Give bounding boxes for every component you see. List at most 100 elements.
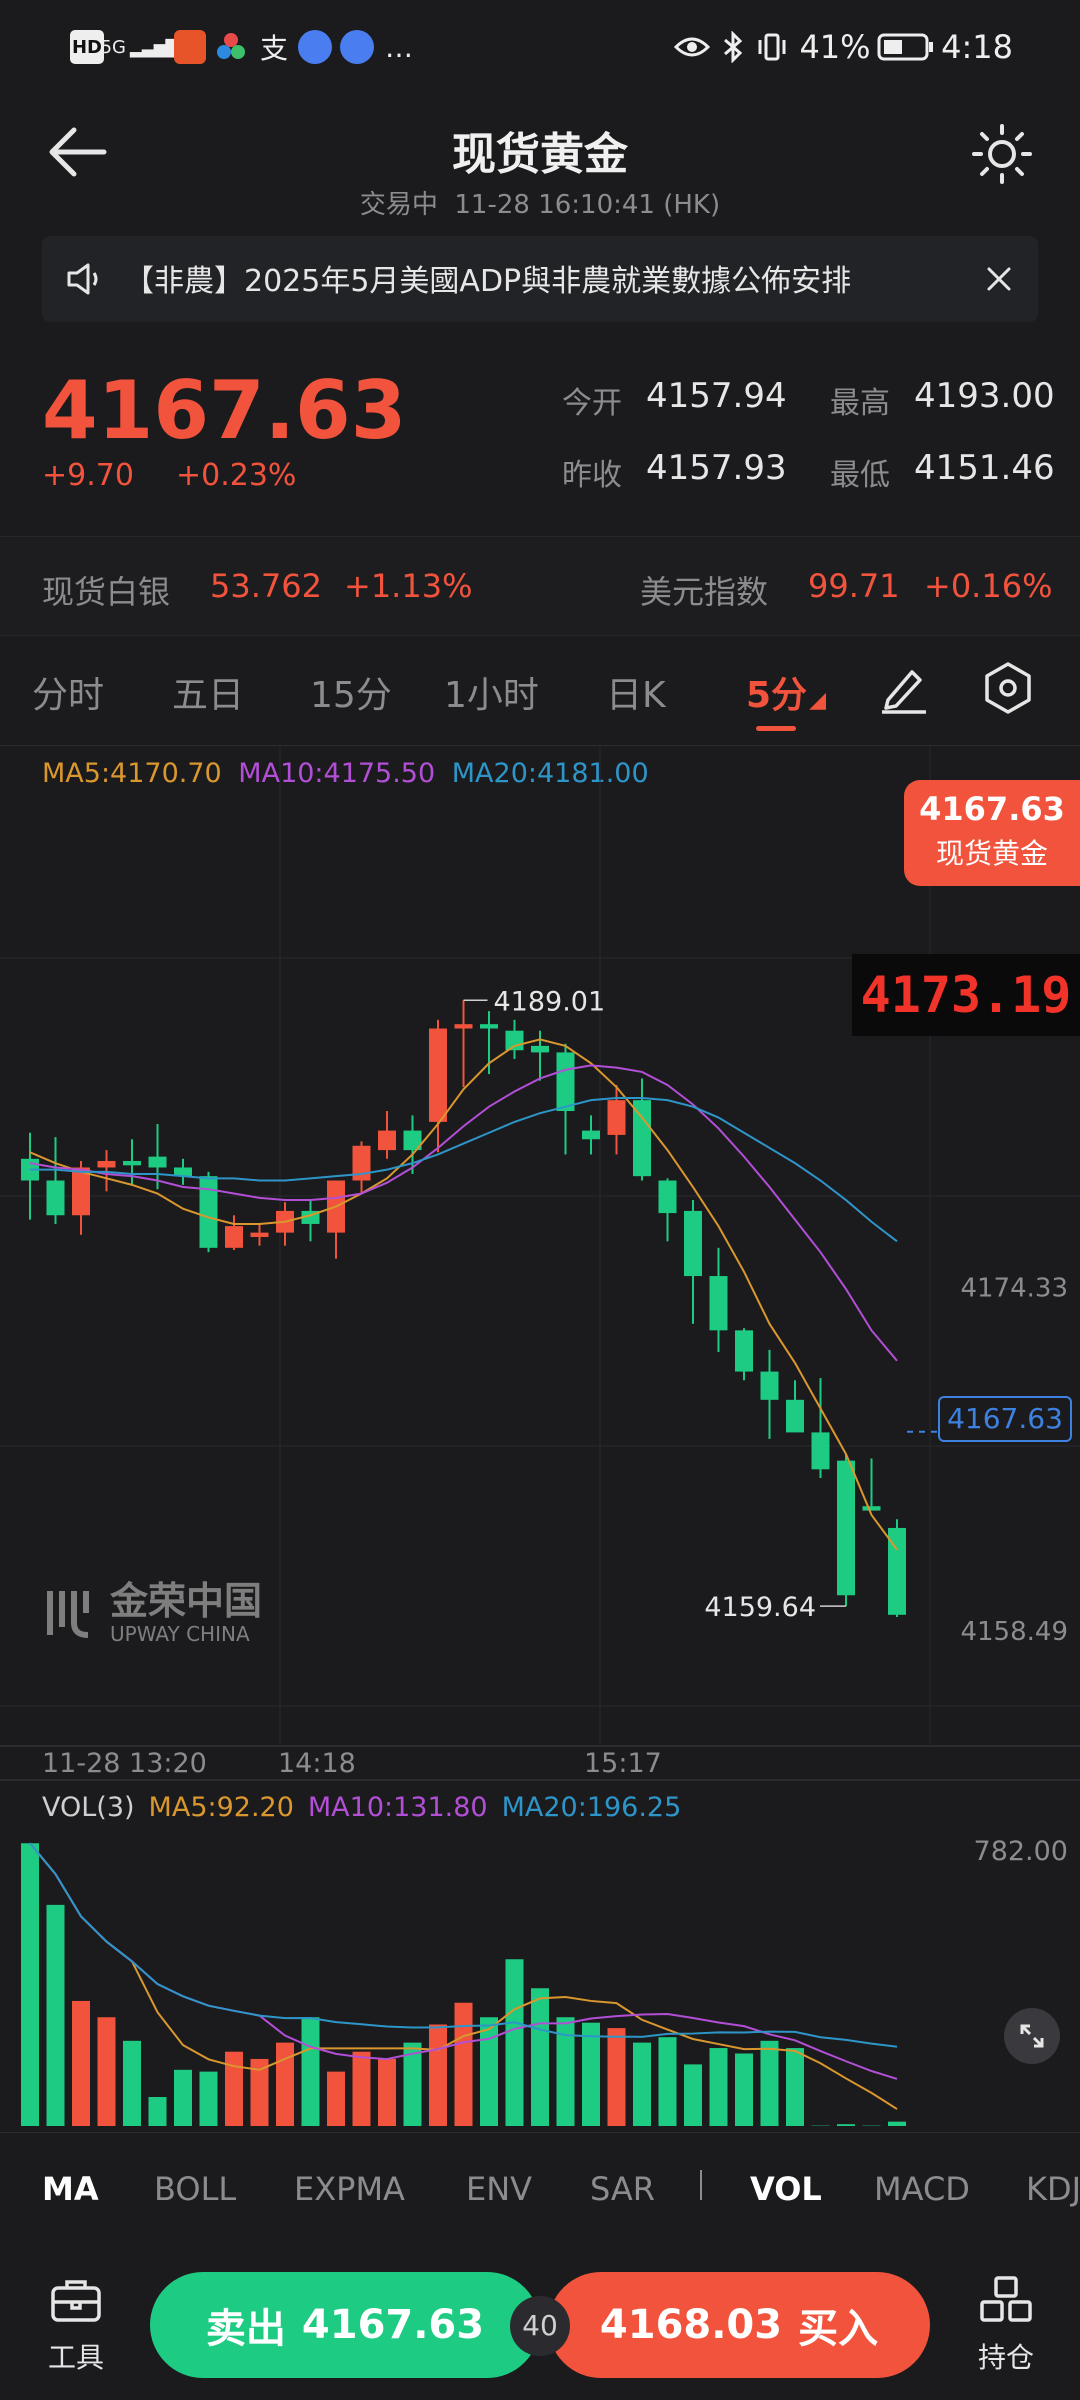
volume-bar — [633, 2042, 651, 2126]
candle-body — [786, 1399, 804, 1433]
volume-bar — [301, 2017, 320, 2126]
tab-5min[interactable]: 5分◢ — [746, 666, 826, 731]
notice-text: 【非農】2025年5月美國ADP與非農就業數據公佈安排 — [124, 264, 852, 299]
indicator-vol[interactable]: VOL — [750, 2170, 822, 2208]
volume-bar — [684, 2064, 702, 2126]
draw-tool-button[interactable] — [876, 660, 936, 720]
tools-button[interactable]: 工具 — [28, 2274, 124, 2384]
volume-bar — [327, 2071, 345, 2126]
candle-body — [480, 1024, 498, 1029]
close-icon — [987, 267, 1011, 291]
low-value: 4151.46 — [914, 448, 1055, 488]
volume-bar — [352, 2051, 371, 2126]
indicator-kdj[interactable]: KDJ — [1026, 2170, 1080, 2208]
volume-bar — [786, 2048, 804, 2126]
volume-bar — [46, 1904, 65, 2126]
alipay-icon: 支 — [259, 32, 288, 65]
indicator-ma[interactable]: MA — [42, 2170, 99, 2208]
tab-intraday[interactable]: 分时 — [32, 666, 104, 718]
trading-status: 交易中 11-28 16:10:41 (HK) — [359, 190, 721, 220]
notice-close-button[interactable] — [976, 256, 1022, 302]
usd-index-price: 99.71 — [808, 567, 900, 605]
quote-panel: 4167.63 +9.70 +0.23% 今开 4157.94 最高 4193.… — [0, 330, 1080, 530]
x-axis-label: 14:18 — [278, 1748, 356, 1779]
expand-icon — [1020, 2024, 1044, 2048]
candle-body — [225, 1226, 243, 1248]
volume-bar — [658, 2037, 677, 2126]
volume-bar — [505, 1959, 524, 2126]
period-tabs: 分时 五日 15分 1小时 日K 5分◢ — [0, 636, 1080, 746]
sell-label: 卖出 — [205, 2306, 286, 2352]
indicator-sar[interactable]: SAR — [590, 2170, 655, 2208]
min-price-label: 4159.64 — [704, 1592, 816, 1623]
notice-banner[interactable]: 【非農】2025年5月美國ADP與非農就業數據公佈安排 — [42, 236, 1038, 322]
sell-price: 4167.63 — [301, 2302, 485, 2348]
current-price-tag[interactable]: 4167.63 现货黄金 — [904, 780, 1080, 886]
positions-icon — [980, 2276, 1032, 2322]
candle-body — [862, 1506, 881, 1511]
usd-index-quote[interactable]: 美元指数 99.71 +0.16% — [540, 537, 1080, 637]
candle-body — [531, 1045, 549, 1053]
volume-bar — [174, 2069, 192, 2126]
tab-1hour[interactable]: 1小时 — [444, 666, 539, 718]
indicator-env[interactable]: ENV — [466, 2170, 532, 2208]
volume-bar — [454, 2002, 473, 2126]
kline-chart[interactable]: MA5:4170.70 MA10:4175.50 MA20:4181.00 41… — [0, 746, 1080, 2126]
clock: 4:18 — [941, 28, 1013, 66]
pencil-icon — [882, 670, 926, 714]
price-tag-name: 现货黄金 — [935, 837, 1048, 870]
fullscreen-button[interactable] — [1004, 2008, 1060, 2064]
tab-five-day[interactable]: 五日 — [172, 666, 244, 718]
prev-close-label: 昨收 — [562, 458, 622, 493]
app-icon — [174, 30, 206, 64]
candle-body — [97, 1160, 116, 1168]
candle-body — [760, 1371, 779, 1400]
volume-bar — [123, 2040, 141, 2126]
candle-body — [250, 1232, 269, 1237]
watermark: 金荣中国 UPWAY CHINA — [42, 1582, 262, 1644]
silver-quote[interactable]: 现货白银 53.762 +1.13% — [0, 537, 540, 637]
hexagon-settings-icon — [985, 662, 1031, 714]
volume-bar — [199, 2071, 218, 2126]
open-value: 4157.94 — [646, 376, 787, 416]
page-title: 现货黄金 — [452, 129, 628, 180]
volume-bar — [97, 2017, 116, 2126]
x-axis-label: 15:17 — [584, 1748, 662, 1779]
candle-body — [148, 1156, 167, 1168]
candle-body — [684, 1210, 702, 1277]
candle-body — [505, 1030, 524, 1051]
indicator-macd[interactable]: MACD — [874, 2170, 970, 2208]
theme-toggle-button[interactable] — [970, 122, 1040, 192]
candle-body — [658, 1180, 677, 1214]
indicator-boll[interactable]: BOLL — [154, 2170, 236, 2208]
buy-button[interactable]: 4168.03 买入 — [548, 2272, 930, 2378]
sell-button[interactable]: 卖出 4167.63 — [150, 2272, 540, 2378]
volume-bar — [429, 2024, 447, 2126]
more-icon: … — [385, 30, 413, 64]
volume-bar — [225, 2051, 243, 2126]
tab-daily[interactable]: 日K — [606, 666, 666, 718]
volume-bar — [760, 2040, 779, 2126]
open-label: 今开 — [562, 386, 622, 421]
volume-bar — [837, 2124, 855, 2126]
candle-body — [123, 1160, 141, 1166]
positions-label: 持仓 — [977, 2341, 1034, 2374]
candle-body — [735, 1330, 753, 1372]
positions-button[interactable]: 持仓 — [958, 2274, 1054, 2384]
battery-icon — [876, 30, 936, 64]
usd-index-label: 美元指数 — [640, 573, 769, 611]
ma20-line — [30, 1097, 898, 1243]
volume-bar — [21, 1843, 39, 2126]
tab-15min[interactable]: 15分 — [310, 666, 392, 718]
candle-body — [556, 1052, 575, 1112]
watermark-text-en: UPWAY CHINA — [110, 1622, 250, 1646]
chart-settings-button[interactable] — [980, 660, 1040, 720]
max-price-label: 4189.01 — [494, 986, 606, 1017]
candle-body — [454, 1024, 473, 1029]
candle-body — [837, 1460, 855, 1596]
app-icon — [298, 30, 332, 64]
high-value: 4193.00 — [914, 376, 1055, 416]
watermark-text: 金荣中国 — [110, 1579, 263, 1623]
nav-bar: 现货黄金 交易中 11-28 16:10:41 (HK) — [0, 100, 1080, 230]
indicator-expma[interactable]: EXPMA — [294, 2170, 405, 2208]
